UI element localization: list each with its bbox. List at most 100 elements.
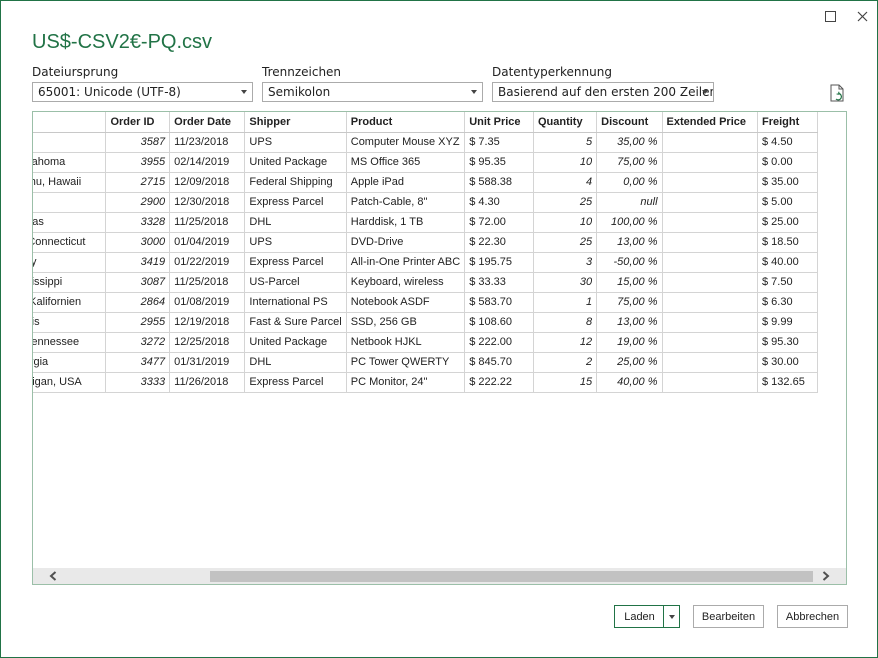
table-cell: 3333 bbox=[105, 372, 171, 393]
table-cell bbox=[662, 372, 759, 393]
table-cell: 01/22/2019 bbox=[169, 252, 246, 273]
chevron-down-icon bbox=[241, 90, 247, 94]
column-header[interactable]: Order ID bbox=[105, 112, 171, 133]
table-cell: $ 583.70 bbox=[464, 292, 534, 313]
table-cell: Mississippi bbox=[33, 272, 107, 293]
table-cell: 8 bbox=[533, 312, 598, 333]
table-cell bbox=[662, 352, 759, 373]
table-cell: 5 bbox=[533, 132, 598, 153]
import-dialog: US$-CSV2€-PQ.csv Dateiursprung 65001: Un… bbox=[0, 0, 878, 658]
table-cell: 11/25/2018 bbox=[169, 212, 246, 233]
table-cell bbox=[662, 252, 759, 273]
table-cell: lle, Tennessee bbox=[33, 332, 107, 353]
file-origin-label: Dateiursprung bbox=[32, 65, 119, 79]
table-cell bbox=[662, 212, 759, 233]
table-cell: 3000 bbox=[105, 232, 171, 253]
table-cell: United Package bbox=[244, 332, 347, 353]
load-button[interactable]: Laden bbox=[614, 605, 664, 628]
delimiter-label: Trennzeichen bbox=[262, 65, 342, 79]
scroll-right-button[interactable] bbox=[818, 570, 834, 582]
table-cell: 75,00 % bbox=[596, 152, 663, 173]
table-row: , Oklahoma395502/14/2019United PackageMS… bbox=[33, 152, 818, 173]
column-header[interactable]: Product bbox=[346, 112, 466, 133]
table-cell: Michigan, USA bbox=[33, 372, 107, 393]
table-cell: Georgia bbox=[33, 352, 107, 373]
column-header[interactable]: Unit Price bbox=[464, 112, 534, 133]
table-cell: null bbox=[596, 192, 663, 213]
column-header[interactable] bbox=[33, 112, 107, 133]
edit-button[interactable]: Bearbeiten bbox=[693, 605, 764, 628]
column-header[interactable]: Shipper bbox=[244, 112, 347, 133]
column-header[interactable]: Quantity bbox=[533, 112, 598, 133]
table-cell: $ 72.00 bbox=[464, 212, 534, 233]
table-cell: United Package bbox=[244, 152, 347, 173]
scroll-left-button[interactable] bbox=[45, 570, 61, 582]
table-cell: 30 bbox=[533, 272, 598, 293]
table-cell: Netbook HJKL bbox=[346, 332, 466, 353]
chevron-left-icon bbox=[49, 571, 57, 581]
table-row: Mississippi308711/25/2018US-ParcelKeyboa… bbox=[33, 272, 818, 293]
table-cell bbox=[662, 232, 759, 253]
table-row: lle, Tennessee327212/25/2018United Packa… bbox=[33, 332, 818, 353]
table-cell: DVD-Drive bbox=[346, 232, 466, 253]
table-cell: $ 222.22 bbox=[464, 372, 534, 393]
column-header[interactable]: Order Date bbox=[169, 112, 246, 133]
table-cell: $ 132.65 bbox=[757, 372, 818, 393]
table-row: Georgia347701/31/2019DHLPC Tower QWERTY$… bbox=[33, 352, 818, 373]
table-cell: Federal Shipping bbox=[244, 172, 347, 193]
table-cell: 3419 bbox=[105, 252, 171, 273]
table-cell bbox=[662, 132, 759, 153]
table-row: kansas332811/25/2018DHLHarddisk, 1 TB$ 7… bbox=[33, 212, 818, 233]
chevron-right-icon bbox=[822, 571, 830, 581]
table-cell: Computer Mouse XYZ bbox=[346, 132, 466, 153]
load-options-button[interactable] bbox=[663, 605, 680, 628]
table-cell: Patch-Cable, 8" bbox=[346, 192, 466, 213]
table-cell: 10 bbox=[533, 212, 598, 233]
table-cell: $ 33.33 bbox=[464, 272, 534, 293]
table-cell: 11/26/2018 bbox=[169, 372, 246, 393]
table-cell: 01/31/2019 bbox=[169, 352, 246, 373]
table-cell: 15 bbox=[533, 372, 598, 393]
table-cell: PC Monitor, 24" bbox=[346, 372, 466, 393]
table-cell: US-Parcel bbox=[244, 272, 347, 293]
table-cell: 3328 bbox=[105, 212, 171, 233]
table-row: iana290012/30/2018Express ParcelPatch-Ca… bbox=[33, 192, 818, 213]
table-cell: DHL bbox=[244, 212, 347, 233]
table-cell: UPS bbox=[244, 132, 347, 153]
table-cell: 01/08/2019 bbox=[169, 292, 246, 313]
horizontal-scrollbar[interactable] bbox=[33, 568, 846, 584]
column-header[interactable]: Extended Price bbox=[662, 112, 759, 133]
table-cell: 1 bbox=[533, 292, 598, 313]
table-cell bbox=[662, 152, 759, 173]
table-cell: Express Parcel bbox=[244, 192, 347, 213]
table-cell: $ 6.30 bbox=[757, 292, 818, 313]
type-detection-label: Datentyperkennung bbox=[492, 65, 612, 79]
table-cell: 3272 bbox=[105, 332, 171, 353]
close-button[interactable] bbox=[852, 7, 872, 25]
table-cell: 4 bbox=[533, 172, 598, 193]
table-cell: MS Office 365 bbox=[346, 152, 466, 173]
type-detection-dropdown[interactable]: Basierend auf den ersten 200 Zeilen bbox=[492, 82, 714, 102]
scrollbar-thumb[interactable] bbox=[210, 571, 813, 582]
table-cell: Fast & Sure Parcel bbox=[244, 312, 347, 333]
maximize-icon bbox=[824, 10, 836, 22]
column-header[interactable]: Freight bbox=[757, 112, 818, 133]
refresh-icon[interactable] bbox=[830, 84, 846, 102]
delimiter-dropdown[interactable]: Semikolon bbox=[262, 82, 483, 102]
chevron-down-icon bbox=[702, 90, 708, 94]
maximize-button[interactable] bbox=[820, 7, 840, 25]
table-cell: 12/25/2018 bbox=[169, 332, 246, 353]
table-cell: 13,00 % bbox=[596, 312, 663, 333]
table-cell: $ 4.30 bbox=[464, 192, 534, 213]
table-cell: $ 22.30 bbox=[464, 232, 534, 253]
table-row: Michigan, USA333311/26/2018Express Parce… bbox=[33, 372, 818, 393]
table-cell: $ 95.30 bbox=[757, 332, 818, 353]
column-header[interactable]: Discount bbox=[596, 112, 663, 133]
table-cell: 0,00 % bbox=[596, 172, 663, 193]
file-origin-dropdown[interactable]: 65001: Unicode (UTF-8) bbox=[32, 82, 253, 102]
table-cell: $ 195.75 bbox=[464, 252, 534, 273]
cancel-button[interactable]: Abbrechen bbox=[777, 605, 848, 628]
table-cell: $ 108.60 bbox=[464, 312, 534, 333]
table-body: les358711/23/2018UPSComputer Mouse XYZ$ … bbox=[33, 132, 818, 393]
table-cell: , Oahu, Hawaii bbox=[33, 172, 107, 193]
